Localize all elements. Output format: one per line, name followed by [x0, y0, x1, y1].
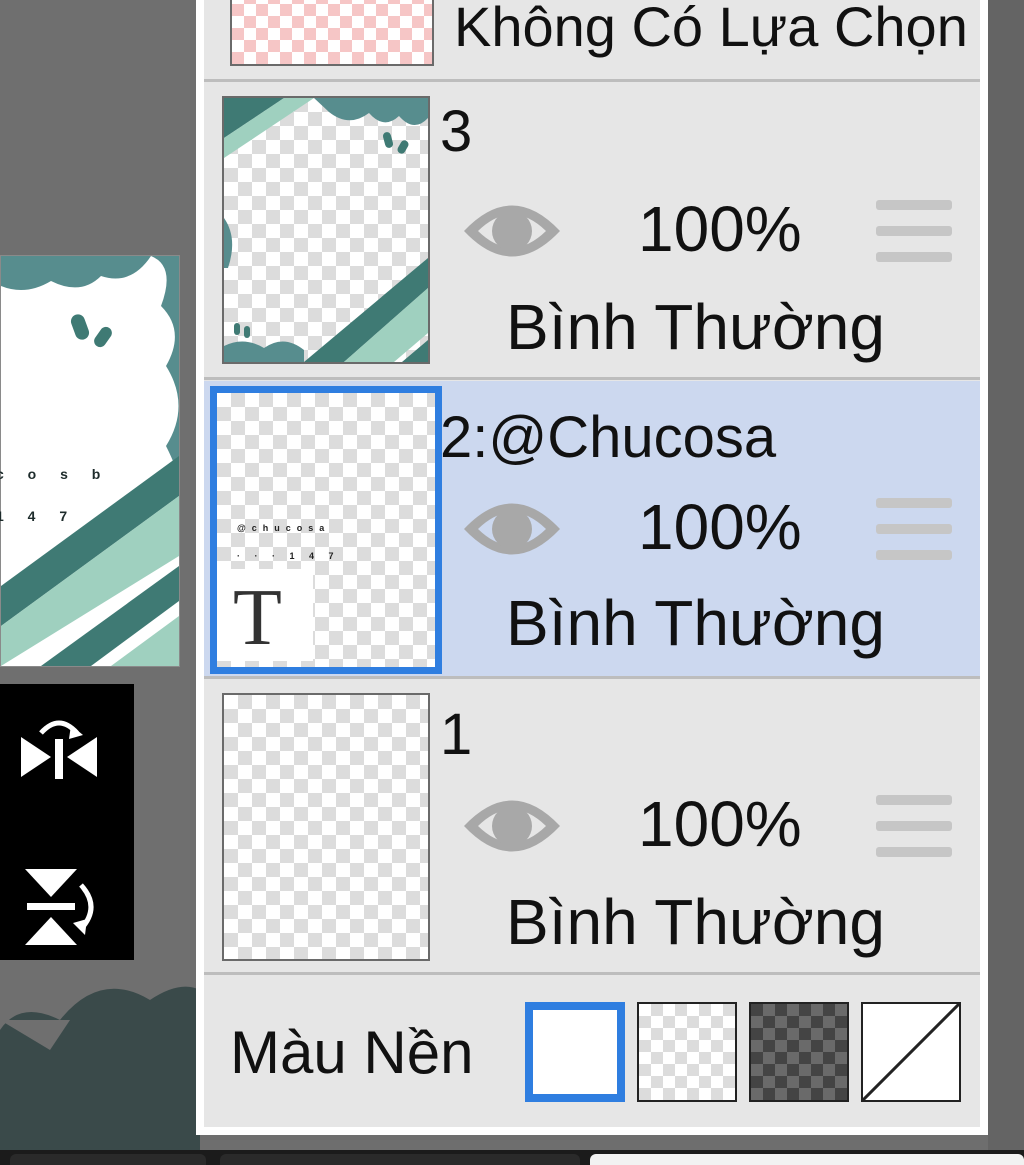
layer-panel: Không Có Lựa Chọn 3 100% Bình Thường @ch… [196, 0, 988, 1135]
bg-light-checker-swatch[interactable] [637, 1002, 737, 1102]
layer-name: 3 [440, 99, 473, 164]
bottom-tab[interactable] [10, 1154, 206, 1165]
thumbnail-text-2: · · · 1 4 7 [237, 551, 340, 561]
text-layer-badge: T [217, 569, 313, 662]
bg-dark-checker-swatch[interactable] [749, 1002, 849, 1102]
layer-name: 1 [440, 702, 473, 767]
selection-thumbnail[interactable] [230, 0, 434, 66]
bottom-tab[interactable] [590, 1154, 1024, 1165]
layer-blend-mode[interactable]: Bình Thường [506, 885, 885, 959]
selection-status-label: Không Có Lựa Chọn [454, 0, 968, 58]
drag-handle-icon[interactable] [876, 498, 952, 576]
eye-icon[interactable] [460, 496, 564, 562]
layer-row-3[interactable]: 3 100% Bình Thường [204, 82, 980, 378]
canvas-preview[interactable] [0, 255, 180, 667]
layer-opacity: 100% [638, 193, 802, 265]
layer-blend-mode[interactable]: Bình Thường [506, 290, 885, 364]
bg-none-swatch[interactable] [861, 1002, 961, 1102]
bottom-tab[interactable] [220, 1154, 580, 1165]
layer-3-artwork [224, 98, 428, 362]
divider [204, 972, 980, 975]
flip-horizontal-button[interactable] [14, 712, 104, 802]
no-background-icon [863, 1004, 959, 1100]
layer-opacity: 100% [638, 491, 802, 563]
canvas-bottom-shape [0, 960, 200, 1165]
layer-opacity: 100% [638, 788, 802, 860]
flip-vertical-button[interactable] [14, 862, 104, 952]
layer-thumbnail-selected: @chucosa · · · 1 4 7 T [210, 386, 442, 674]
flip-vertical-icon [25, 869, 94, 945]
layer-row-1[interactable]: 1 100% Bình Thường [204, 679, 980, 973]
drag-handle-icon[interactable] [876, 795, 952, 873]
layer-panel-content: Không Có Lựa Chọn 3 100% Bình Thường @ch… [204, 0, 980, 1127]
layer-blend-mode[interactable]: Bình Thường [506, 586, 885, 660]
divider [204, 377, 980, 380]
flip-horizontal-icon [21, 720, 97, 779]
layer-name: 2:@Chucosa [440, 405, 777, 470]
layer-thumbnail [222, 693, 430, 961]
bottom-bar [0, 1150, 1024, 1165]
thumbnail-text: @chucosa [237, 523, 331, 533]
canvas-text-line-2: 1 4 7 [0, 508, 78, 524]
canvas-artwork [1, 256, 179, 666]
eye-icon[interactable] [460, 793, 564, 859]
background-color-label: Màu Nền [230, 1019, 474, 1086]
text-layer-icon: T [233, 574, 282, 662]
layer-thumbnail [222, 96, 430, 364]
eye-icon[interactable] [460, 198, 564, 264]
canvas-text-line-1: c o s b [0, 466, 111, 482]
bg-white-swatch[interactable] [525, 1002, 625, 1102]
drag-handle-icon[interactable] [876, 200, 952, 278]
canvas-area[interactable]: c o s b 1 4 7 [0, 0, 200, 1165]
right-edge-strip [988, 0, 1024, 1165]
flip-toolbar [0, 684, 134, 984]
